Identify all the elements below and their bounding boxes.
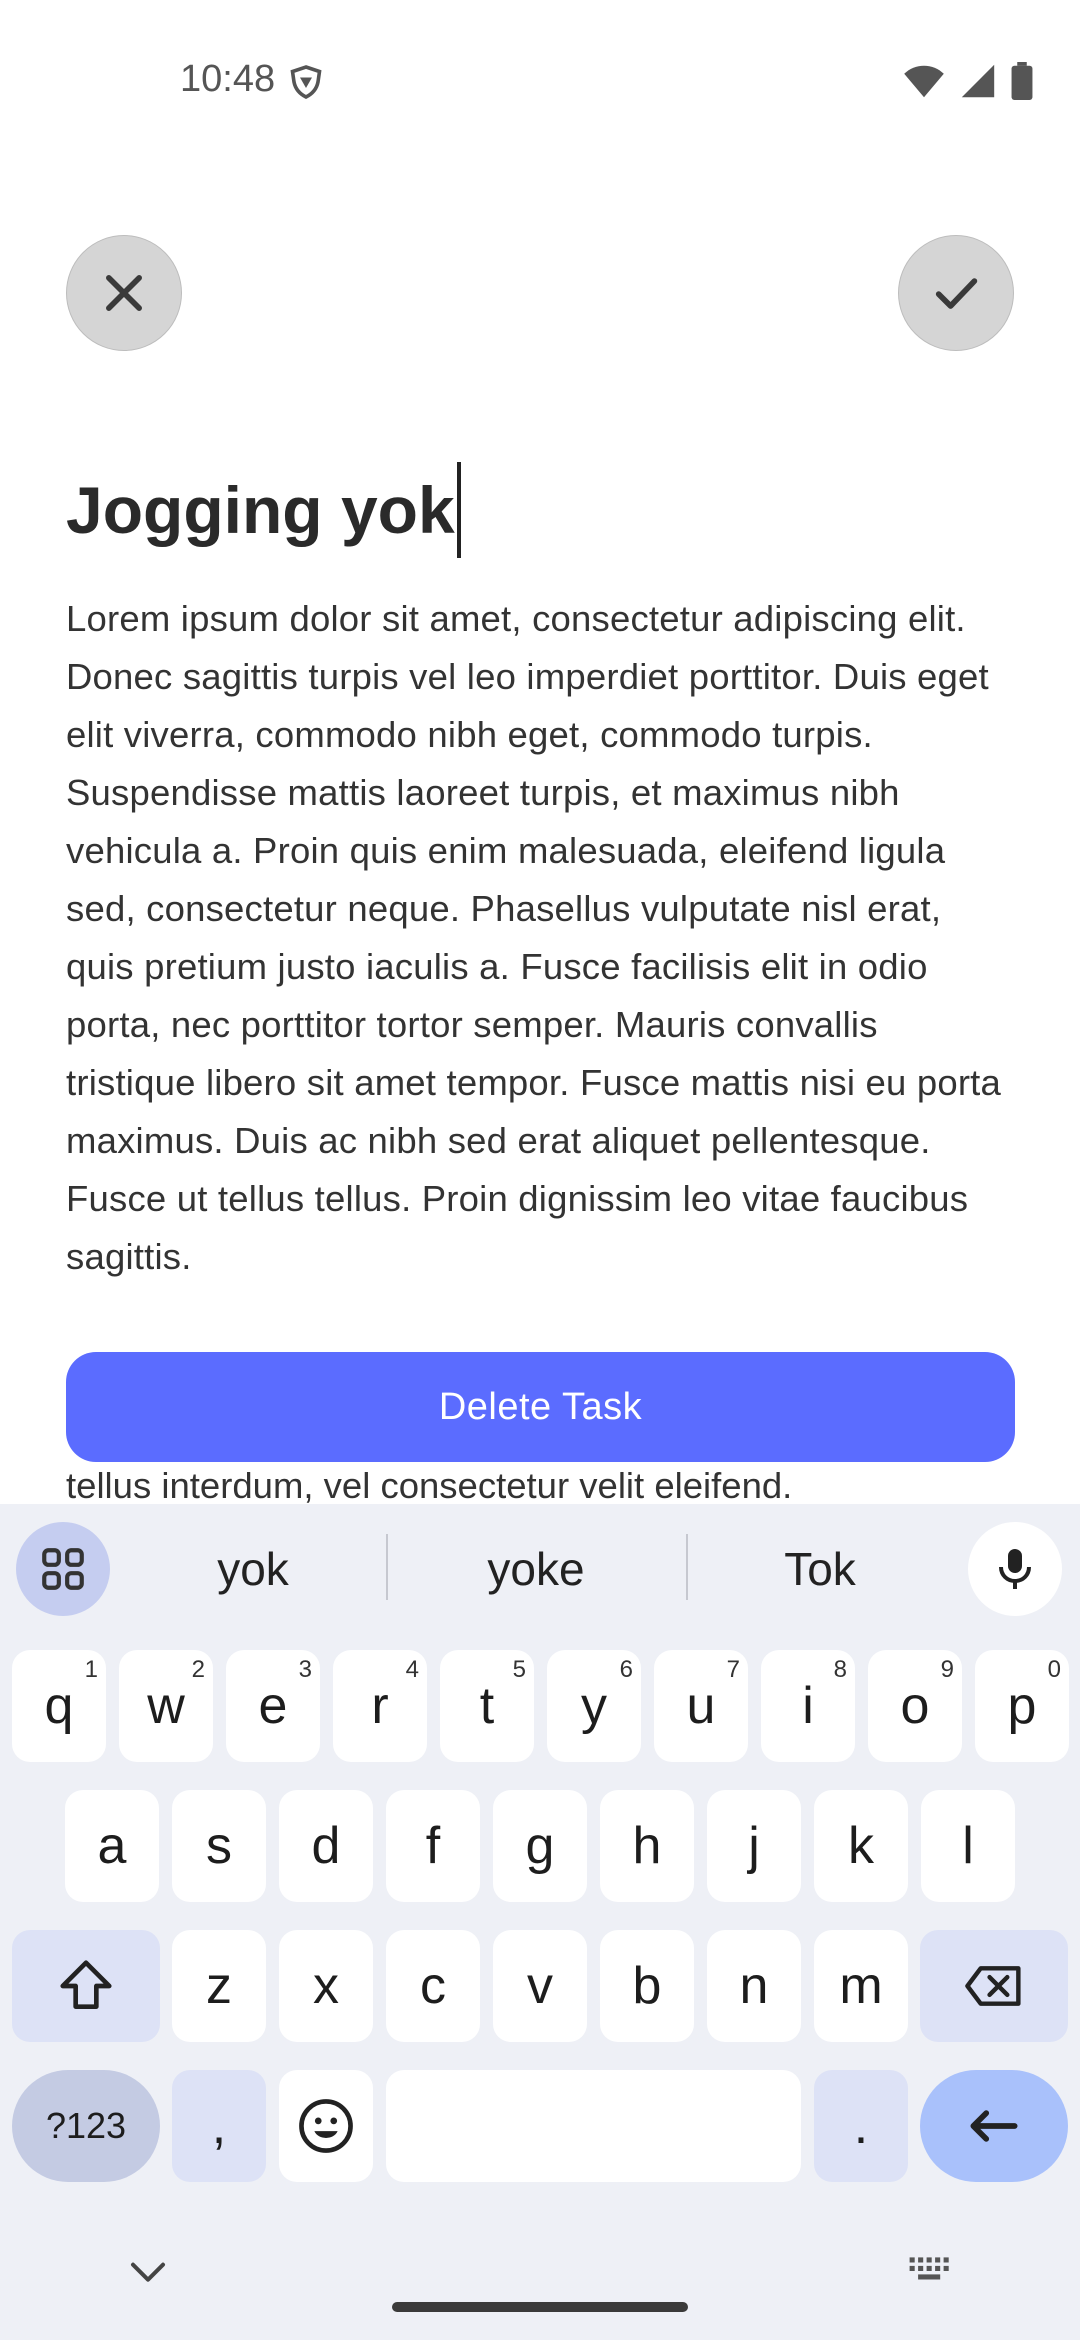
key-u[interactable]: u7 [654,1650,748,1762]
key-hint: 4 [405,1656,419,1683]
apps-grid-icon [42,1548,84,1590]
key-p[interactable]: p0 [975,1650,1069,1762]
key-hint: 3 [298,1656,312,1683]
status-time: 10:48 [180,58,276,100]
cell-signal-icon [961,64,995,98]
symbols-key[interactable]: ?123 [12,2070,160,2182]
suggestion-2[interactable]: yoke [400,1534,672,1604]
key-hint: 5 [512,1656,526,1683]
key-b[interactable]: b [600,1930,694,2042]
keyboard-menu-button[interactable] [16,1522,110,1616]
key-label: o [900,1677,930,1735]
suggestion-3[interactable]: Tok [706,1534,934,1604]
key-w[interactable]: w2 [119,1650,213,1762]
space-key[interactable] [386,2070,801,2182]
enter-arrow-icon [970,2110,1018,2142]
status-icons [902,62,1034,100]
key-hint: 6 [619,1656,633,1683]
key-label: i [802,1677,814,1735]
battery-icon [1011,62,1033,100]
voice-input-button[interactable] [968,1522,1062,1616]
close-button[interactable] [66,235,182,351]
close-icon [106,275,142,311]
emoji-key[interactable] [279,2070,373,2182]
confirm-button[interactable] [898,235,1014,351]
backspace-key[interactable] [920,1930,1068,2042]
key-k[interactable]: k [814,1790,908,1902]
key-s[interactable]: s [172,1790,266,1902]
key-label: p [1007,1677,1037,1735]
key-x[interactable]: x [279,1930,373,2042]
wifi-icon [904,65,944,98]
text-cursor [456,462,461,558]
key-label: r [371,1677,389,1735]
key-hint: 0 [1047,1656,1061,1683]
shift-icon [60,1960,112,2009]
microphone-icon [999,1549,1031,1589]
key-f[interactable]: f [386,1790,480,1902]
key-hint: 2 [191,1656,205,1683]
key-j[interactable]: j [707,1790,801,1902]
status-bar: 10:48 [0,0,1080,160]
task-title-text: Jogging yok [66,473,455,547]
key-label: t [479,1677,495,1735]
enter-key[interactable] [920,2070,1068,2182]
key-m[interactable]: m [814,1930,908,2042]
key-d[interactable]: d [279,1790,373,1902]
check-icon [935,278,978,309]
hide-keyboard-chevron-icon[interactable] [128,2258,168,2288]
key-label: e [258,1677,288,1735]
key-o[interactable]: o9 [868,1650,962,1762]
key-e[interactable]: e3 [226,1650,320,1762]
key-r[interactable]: r4 [333,1650,427,1762]
soft-keyboard: yok yoke Tok q1 w2 e3 r4 t5 y6 u7 i8 o9 … [0,1504,1080,2340]
key-a[interactable]: a [65,1790,159,1902]
shift-key[interactable] [12,1930,160,2042]
home-indicator[interactable] [392,2302,688,2312]
key-h[interactable]: h [600,1790,694,1902]
key-hint: 9 [940,1656,954,1683]
key-label: q [44,1677,74,1735]
key-label: y [581,1677,607,1735]
backspace-icon [965,1966,1021,2006]
key-hint: 1 [84,1656,98,1683]
key-hint: 7 [726,1656,740,1683]
key-i[interactable]: i8 [761,1650,855,1762]
key-label: u [686,1677,716,1735]
period-key[interactable]: . [814,2070,908,2182]
task-description[interactable]: Lorem ipsum dolor sit amet, consectetur … [66,590,1016,1286]
emoji-icon [299,2099,353,2153]
key-y[interactable]: y6 [547,1650,641,1762]
keyboard-switch-icon[interactable] [906,2254,954,2288]
key-g[interactable]: g [493,1790,587,1902]
suggestion-divider [686,1534,688,1600]
comma-key[interactable]: , [172,2070,266,2182]
key-n[interactable]: n [707,1930,801,2042]
key-c[interactable]: c [386,1930,480,2042]
key-q[interactable]: q1 [12,1650,106,1762]
key-z[interactable]: z [172,1930,266,2042]
suggestion-strip: yok yoke Tok [0,1504,1080,1632]
key-label: w [147,1677,185,1735]
key-l[interactable]: l [921,1790,1015,1902]
task-title-input[interactable]: Jogging yok [66,462,461,558]
suggestion-1[interactable]: yok [150,1534,356,1604]
vpn-shield-icon [290,65,322,100]
key-v[interactable]: v [493,1930,587,2042]
key-hint: 8 [833,1656,847,1683]
key-t[interactable]: t5 [440,1650,534,1762]
suggestion-divider [386,1534,388,1600]
delete-task-button[interactable]: Delete Task [66,1352,1015,1462]
